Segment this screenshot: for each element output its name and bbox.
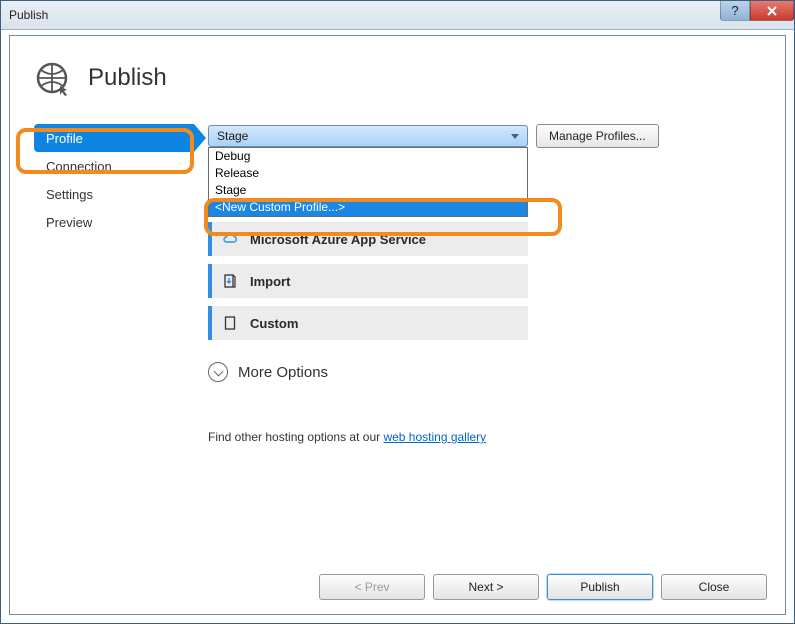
hosting-text: Find other hosting options at our web ho… xyxy=(208,430,761,444)
profile-dropdown-list: Debug Release Stage <New Custom Profile.… xyxy=(208,147,528,217)
publish-label: Publish xyxy=(580,580,619,594)
profile-option-debug[interactable]: Debug xyxy=(209,148,527,165)
sidebar-item-label: Preview xyxy=(46,215,92,230)
profile-combo[interactable]: Stage xyxy=(208,125,528,147)
sidebar: Profile Connection Settings Preview xyxy=(34,124,194,236)
document-icon xyxy=(222,315,238,331)
target-label: Import xyxy=(250,274,290,289)
publish-targets: Microsoft Azure App Service Import xyxy=(208,222,528,340)
window-title: Publish xyxy=(1,8,48,22)
more-options-label: More Options xyxy=(238,364,328,381)
target-label: Microsoft Azure App Service xyxy=(250,232,426,247)
sidebar-item-preview[interactable]: Preview xyxy=(34,208,194,236)
import-icon xyxy=(222,273,238,289)
publish-button[interactable]: Publish xyxy=(547,574,653,600)
main-column: Stage Debug Release Stage <New Custom Pr… xyxy=(208,124,761,444)
footer-buttons: < Prev Next > Publish Close xyxy=(319,574,767,600)
chevron-down-circle-icon xyxy=(208,362,228,382)
sidebar-item-label: Settings xyxy=(46,187,93,202)
close-icon xyxy=(766,5,778,17)
next-label: Next > xyxy=(468,580,503,594)
window-controls: ? xyxy=(720,1,794,21)
header: Publish xyxy=(34,60,761,96)
profile-row: Stage Debug Release Stage <New Custom Pr… xyxy=(208,124,761,148)
close-button[interactable]: Close xyxy=(661,574,767,600)
help-button[interactable]: ? xyxy=(720,1,750,21)
more-options-toggle[interactable]: More Options xyxy=(208,362,761,382)
publish-globe-icon xyxy=(34,60,70,96)
close-label: Close xyxy=(699,580,730,594)
target-label: Custom xyxy=(250,316,298,331)
prev-label: < Prev xyxy=(354,580,389,594)
chevron-down-icon xyxy=(507,126,523,146)
profile-option-new-custom[interactable]: <New Custom Profile...> xyxy=(209,199,527,216)
profile-option-stage[interactable]: Stage xyxy=(209,182,527,199)
sidebar-item-profile[interactable]: Profile xyxy=(34,124,194,152)
manage-profiles-label: Manage Profiles... xyxy=(549,129,646,143)
profile-dropdown[interactable]: Stage Debug Release Stage <New Custom Pr… xyxy=(208,125,528,147)
cloud-icon xyxy=(222,231,238,247)
sidebar-item-label: Profile xyxy=(46,131,83,146)
web-hosting-gallery-link[interactable]: web hosting gallery xyxy=(383,430,486,444)
manage-profiles-button[interactable]: Manage Profiles... xyxy=(536,124,659,148)
body: Profile Connection Settings Preview S xyxy=(34,124,761,444)
target-tile-import[interactable]: Import xyxy=(208,264,528,298)
next-button[interactable]: Next > xyxy=(433,574,539,600)
hosting-prefix: Find other hosting options at our xyxy=(208,430,383,444)
prev-button: < Prev xyxy=(319,574,425,600)
close-window-button[interactable] xyxy=(750,1,794,21)
target-tile-custom[interactable]: Custom xyxy=(208,306,528,340)
sidebar-item-label: Connection xyxy=(46,159,112,174)
client-area: Publish Profile Connection Settings Prev… xyxy=(9,35,786,615)
target-tile-azure[interactable]: Microsoft Azure App Service xyxy=(208,222,528,256)
page-title: Publish xyxy=(88,64,167,92)
publish-window: Publish ? Publish Profi xyxy=(0,0,795,624)
profile-combo-value: Stage xyxy=(217,129,248,143)
sidebar-item-connection[interactable]: Connection xyxy=(34,152,194,180)
profile-option-release[interactable]: Release xyxy=(209,165,527,182)
sidebar-item-settings[interactable]: Settings xyxy=(34,180,194,208)
title-bar: Publish ? xyxy=(1,1,794,30)
